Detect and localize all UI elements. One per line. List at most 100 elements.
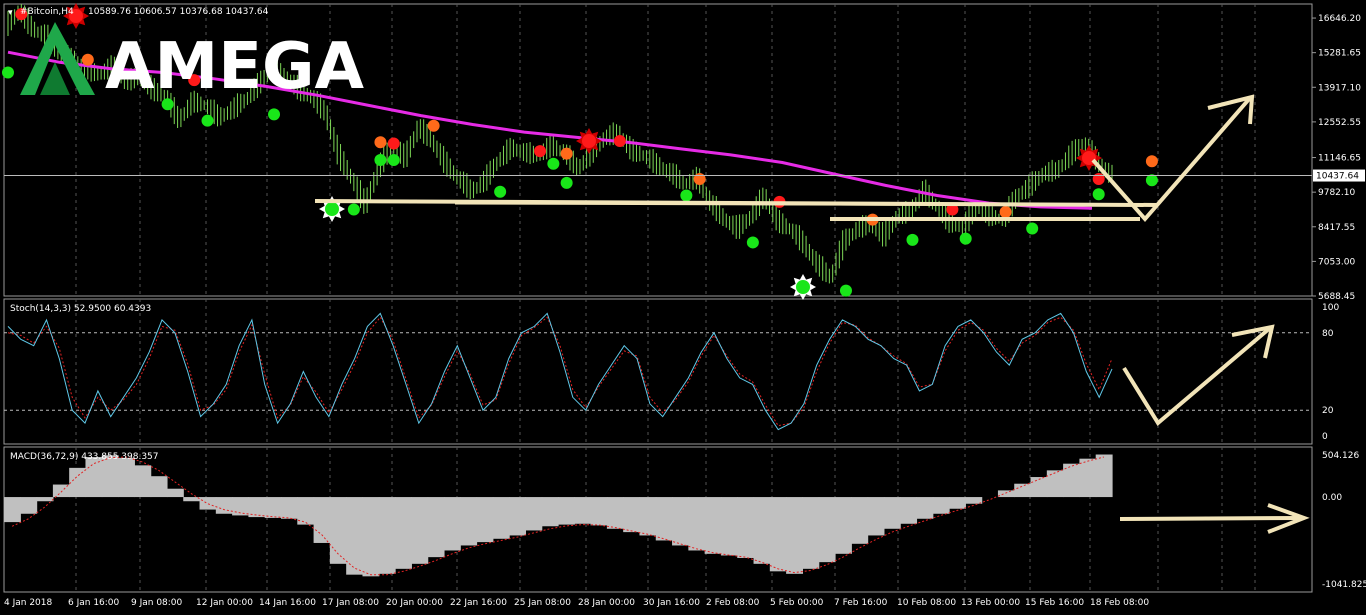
buy-signal-dot (374, 153, 387, 166)
macd-histogram-bar (525, 497, 543, 531)
macd-histogram-bar (997, 490, 1015, 498)
macd-histogram-bar (753, 497, 771, 564)
macd-histogram-bar (36, 497, 54, 502)
macd-histogram-bar (916, 497, 934, 519)
signal-star-center (325, 202, 339, 216)
buy-signal-dot (906, 233, 919, 246)
price-tick-label: 13917.10 (1318, 83, 1361, 93)
stoch-tick-label: 0 (1322, 432, 1328, 442)
time-tick-label: 2 Feb 08:00 (706, 598, 760, 608)
macd-histogram-bar (183, 497, 201, 502)
macd-histogram-bar (395, 497, 412, 569)
logo-text: AMEGA (105, 30, 364, 104)
buy-signal-dot (2, 66, 14, 79)
chart-canvas: 16646.20 15281.65 13917.10 12552.55 11146.65… (0, 0, 1366, 611)
macd-histogram-bar (737, 497, 755, 558)
macd-histogram-bar (1046, 470, 1064, 498)
ohlc-text: 10589.76 10606.57 10376.68 10437.64 (88, 7, 269, 17)
macd-histogram-bar (932, 497, 950, 514)
price-tick-label: 8417.55 (1318, 223, 1355, 233)
macd-histogram-bar (443, 497, 461, 551)
macd-histogram-bar (264, 497, 282, 518)
symbol-dropdown-icon[interactable]: ▾ (8, 8, 13, 18)
buy-signal-dot (547, 157, 560, 170)
macd-histogram-bar (411, 497, 429, 564)
buy-signal-dot (387, 153, 400, 166)
macd-histogram-bar (20, 497, 38, 514)
macd-histogram-bar (883, 497, 901, 529)
macd-tick-label: 504.126 (1322, 451, 1359, 461)
macd-histogram-bar (688, 497, 706, 551)
macd-histogram-bar (949, 497, 966, 509)
time-tick-label: 30 Jan 16:00 (643, 598, 700, 608)
macd-histogram-bar (900, 497, 918, 524)
macd-histogram-bar (1030, 477, 1048, 498)
time-tick-label: 14 Jan 16:00 (259, 598, 316, 608)
macd-histogram-bar (867, 497, 885, 536)
macd-histogram-bar (1079, 458, 1097, 498)
price-tick-label: 7053.00 (1318, 257, 1355, 267)
macd-histogram-bar (818, 497, 836, 563)
signal-star-center (582, 134, 596, 148)
macd-histogram-bar (704, 497, 722, 554)
buy-signal-dot (746, 236, 759, 249)
macd-histogram-bar (769, 497, 787, 572)
time-tick-label: 6 Jan 16:00 (68, 598, 120, 608)
sell-signal-dot (693, 173, 706, 186)
macd-histogram-bar (623, 497, 641, 533)
macd-histogram-bar (427, 497, 445, 558)
time-tick-label: 7 Feb 16:00 (834, 598, 888, 608)
macd-histogram-bar (492, 497, 510, 539)
stoch-tick-label: 80 (1322, 329, 1334, 339)
time-tick-label: 10 Feb 08:00 (897, 598, 956, 608)
macd-tick-label: 0.00 (1322, 493, 1342, 503)
macd-histogram-bar (378, 497, 396, 574)
price-tick-label: 9782.10 (1318, 188, 1355, 198)
macd-histogram-bar (281, 497, 298, 519)
macd-histogram-bar (215, 497, 233, 514)
sell-signal-dot (613, 134, 626, 147)
macd-histogram-bar (85, 457, 103, 498)
sell-signal-dot (560, 147, 573, 160)
macd-histogram-bar (509, 497, 527, 536)
price-tick-label: 11146.65 (1318, 154, 1361, 164)
price-tick-label: 15281.65 (1318, 49, 1361, 59)
macd-histogram-bar (541, 497, 559, 527)
macd-histogram-bar (590, 497, 608, 526)
macd-histogram-bar (199, 497, 217, 510)
macd-histogram-bar (1014, 483, 1032, 498)
time-tick-label: 20 Jan 00:00 (386, 598, 443, 608)
buy-signal-dot (494, 185, 507, 198)
time-tick-label: 17 Jan 08:00 (322, 598, 379, 608)
macd-histogram-bar (720, 497, 738, 556)
sell-signal-dot (81, 53, 94, 66)
macd-forecast-path (1119, 516, 1303, 521)
buy-signal-dot (268, 108, 281, 121)
time-tick-label: 15 Feb 16:00 (1025, 598, 1084, 608)
macd-histogram-bar (69, 467, 87, 498)
time-tick-label: 13 Feb 00:00 (961, 598, 1020, 608)
signal-star-center (796, 280, 810, 294)
macd-title: MACD(36,72,9) 433.855 398.357 (10, 452, 159, 462)
symbol-label: #Bitcoin,H4 (20, 7, 74, 17)
macd-histogram-bar (166, 488, 184, 498)
macd-histogram-bar (802, 497, 820, 569)
sell-signal-dot (534, 145, 547, 158)
time-tick-label: 18 Feb 08:00 (1090, 598, 1149, 608)
buy-signal-dot (959, 232, 972, 245)
time-tick-label: 4 Jan 2018 (4, 598, 52, 608)
time-tick-label: 28 Jan 00:00 (578, 598, 635, 608)
price-tick-label: 16646.20 (1318, 14, 1361, 24)
macd-histogram-bar (362, 497, 380, 577)
buy-signal-dot (839, 284, 852, 297)
time-tick-label: 22 Jan 16:00 (450, 598, 507, 608)
macd-histogram-bar (606, 497, 624, 529)
sell-signal-dot (1145, 155, 1158, 168)
macd-histogram-bar (655, 497, 673, 541)
macd-histogram-bar (574, 497, 592, 524)
price-tick-label: 5688.45 (1318, 292, 1355, 302)
stoch-title: Stoch(14,3,3) 52.9500 60.4393 (10, 304, 151, 314)
buy-signal-dot (1145, 174, 1158, 187)
macd-histogram-bar (4, 497, 21, 523)
macd-histogram-bar (639, 497, 657, 536)
